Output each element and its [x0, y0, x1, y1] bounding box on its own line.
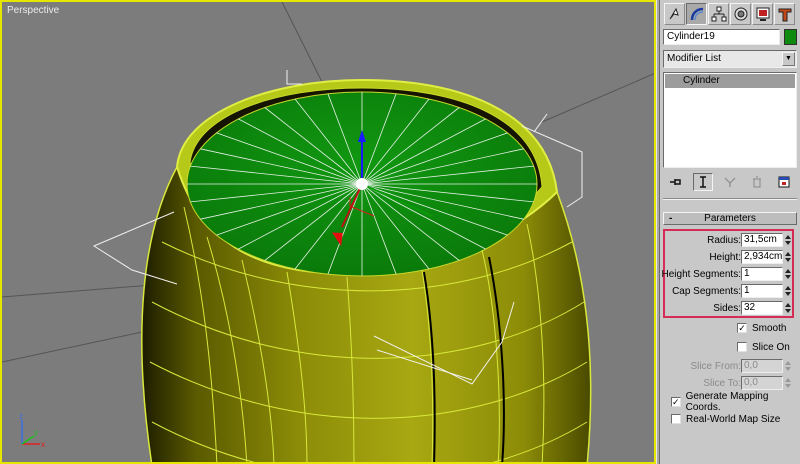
make-unique-button[interactable] — [720, 173, 740, 191]
slice-from-spinner[interactable] — [784, 359, 792, 373]
parameters-rollout-header[interactable]: - Parameters — [663, 212, 797, 225]
spinner-icon — [785, 252, 791, 262]
axis-tripod-icon: z x y — [19, 412, 45, 449]
scene-render — [2, 2, 654, 462]
slice-to-spinner[interactable] — [784, 376, 792, 390]
spinner-icon — [785, 303, 791, 313]
rollout-toggle[interactable]: - — [669, 213, 672, 224]
stack-toolbar — [666, 172, 794, 192]
height-segments-spinner[interactable] — [784, 267, 792, 281]
slice-on-label: Slice On — [752, 341, 790, 353]
object-name-field[interactable]: Cylinder19 — [663, 29, 780, 45]
sides-label: Sides: — [713, 303, 741, 314]
tab-modify[interactable] — [686, 3, 707, 25]
tab-create[interactable] — [664, 3, 685, 25]
radius-row: Radius: 31,5cm — [663, 232, 797, 249]
real-world-map-checkbox[interactable] — [671, 414, 681, 424]
radius-spinner[interactable] — [784, 233, 792, 247]
trash-icon — [753, 176, 761, 188]
pin-stack-button[interactable] — [666, 173, 686, 191]
tab-display[interactable] — [752, 3, 773, 25]
configure-icon — [778, 176, 790, 188]
chevron-down-icon[interactable]: ▼ — [782, 52, 795, 66]
height-spinner[interactable] — [784, 250, 792, 264]
cap-segments-spinner[interactable] — [784, 284, 792, 298]
tab-hierarchy[interactable] — [708, 3, 729, 25]
slice-to-row: Slice To: 0,0 — [663, 375, 797, 392]
make-unique-icon — [724, 177, 736, 187]
display-tab-icon — [756, 7, 769, 21]
slice-from-input[interactable]: 0,0 — [741, 359, 783, 373]
utilities-tab-icon — [778, 8, 791, 22]
slice-to-input[interactable]: 0,0 — [741, 376, 783, 390]
smooth-option[interactable]: ✓ Smooth — [737, 321, 786, 335]
tab-motion[interactable] — [730, 3, 751, 25]
pin-icon — [670, 179, 681, 185]
real-world-map-label: Real-World Map Size — [686, 413, 781, 425]
height-label: Height: — [709, 252, 741, 263]
real-world-map-option[interactable]: Real-World Map Size — [671, 412, 780, 426]
smooth-checkbox[interactable]: ✓ — [737, 323, 747, 333]
slice-from-label: Slice From: — [690, 361, 741, 372]
spinner-icon — [785, 286, 791, 296]
panel-separator — [663, 198, 797, 200]
stack-item-cylinder[interactable]: Cylinder — [665, 74, 795, 88]
smooth-label: Smooth — [752, 322, 787, 334]
axis-y-label: y — [34, 428, 38, 437]
modify-tab-icon — [690, 7, 703, 21]
spinner-icon — [785, 361, 791, 371]
axis-x-label: x — [41, 440, 45, 449]
slice-on-checkbox[interactable] — [737, 342, 747, 352]
slice-to-label: Slice To: — [703, 378, 741, 389]
sides-spinner[interactable] — [784, 301, 792, 315]
spinner-icon — [785, 269, 791, 279]
modifier-list-label: Modifier List — [667, 53, 721, 64]
command-panel-tabs — [664, 3, 795, 25]
show-end-result-button[interactable] — [693, 173, 713, 191]
tab-utilities[interactable] — [774, 3, 795, 25]
sides-row: Sides: 32 — [663, 300, 797, 317]
perspective-viewport[interactable]: Perspective z x y — [0, 0, 656, 464]
height-segments-input[interactable]: 1 — [741, 267, 783, 281]
rollout-title: Parameters — [704, 213, 756, 224]
height-segments-row: Height Segments: 1 — [661, 266, 797, 283]
generate-mapping-option[interactable]: ✓ Generate Mapping Coords. — [671, 391, 800, 413]
generate-mapping-checkbox[interactable]: ✓ — [671, 397, 681, 407]
command-panel: Cylinder19 Modifier List ▼ Cylinder - Pa… — [660, 0, 800, 464]
height-input[interactable]: 2,934cm — [741, 250, 783, 264]
generate-mapping-label: Generate Mapping Coords. — [685, 391, 769, 413]
spinner-icon — [785, 378, 791, 388]
show-end-result-icon — [700, 176, 706, 188]
height-row: Height: 2,934cm — [663, 249, 797, 266]
slice-from-row: Slice From: 0,0 — [663, 358, 797, 375]
hierarchy-tab-icon — [711, 6, 726, 22]
height-segments-label: Height Segments: — [661, 269, 742, 280]
configure-modifier-sets-button[interactable] — [774, 173, 794, 191]
axis-z-label: z — [19, 412, 23, 421]
modifier-stack: Cylinder — [663, 72, 797, 168]
remove-modifier-button[interactable] — [747, 173, 767, 191]
object-color-swatch[interactable] — [784, 29, 797, 45]
sides-input[interactable]: 32 — [741, 301, 783, 315]
modifier-list-dropdown[interactable]: Modifier List ▼ — [663, 50, 797, 68]
spinner-icon — [785, 235, 791, 245]
radius-input[interactable]: 31,5cm — [741, 233, 783, 247]
motion-tab-icon — [734, 7, 747, 21]
create-tab-icon — [669, 7, 679, 20]
cap-segments-input[interactable]: 1 — [741, 284, 783, 298]
radius-label: Radius: — [707, 235, 741, 246]
slice-on-option[interactable]: Slice On — [737, 340, 790, 354]
cap-segments-label: Cap Segments: — [672, 286, 741, 297]
cap-segments-row: Cap Segments: 1 — [663, 283, 797, 300]
viewport-label[interactable]: Perspective — [7, 5, 59, 16]
